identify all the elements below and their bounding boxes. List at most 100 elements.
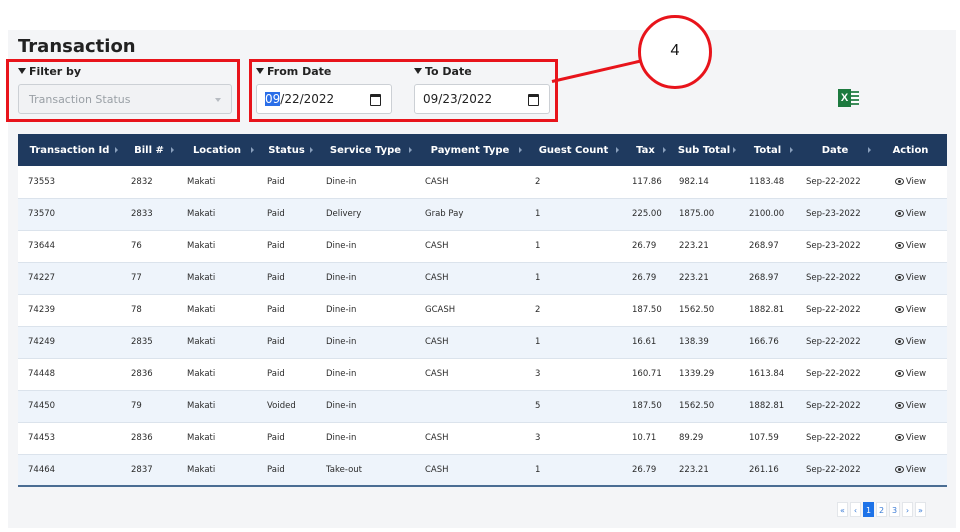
tax-cell: 26.79 <box>632 465 657 475</box>
payment-type-header[interactable]: Payment Type <box>415 134 525 166</box>
sub-total-header[interactable]: Sub Total <box>669 134 739 166</box>
table-bottom-border <box>18 485 947 487</box>
location-header[interactable]: Location <box>177 134 257 166</box>
total-header[interactable]: Total <box>739 134 796 166</box>
column-header-label: Bill # <box>134 144 164 156</box>
chevron-down-icon <box>215 98 221 102</box>
view-link[interactable]: View <box>894 401 926 411</box>
sort-icon[interactable] <box>310 147 313 153</box>
transaction-id-cell: 74450 <box>28 401 56 411</box>
tax-cell: 16.61 <box>632 337 657 347</box>
sort-icon[interactable] <box>519 147 522 153</box>
view-label: View <box>905 369 927 379</box>
service-type-cell: Dine-in <box>326 401 357 411</box>
service-type-cell: Dine-in <box>326 176 357 187</box>
excel-export-button[interactable]: X <box>838 88 860 108</box>
status-cell: Paid <box>267 209 285 219</box>
date-cell: Sep-23-2022 <box>806 241 861 251</box>
transaction-id-cell: 74249 <box>28 337 56 347</box>
sort-icon[interactable] <box>409 147 412 153</box>
transaction-status-placeholder: Transaction Status <box>29 93 131 106</box>
guest-count-header[interactable]: Guest Count <box>525 134 622 166</box>
table-row: 74239 78 Makati Paid Dine-in GCASH 2 187.50 1562… <box>18 294 947 326</box>
sort-icon[interactable] <box>171 147 174 153</box>
location-cell: Makati <box>187 176 216 187</box>
total-cell: 1613.84 <box>749 369 785 379</box>
bill-number-cell: 2836 <box>131 433 153 443</box>
date-header[interactable]: Date <box>796 134 874 166</box>
next-page-button[interactable]: › <box>902 502 913 517</box>
sort-icon[interactable] <box>616 147 619 153</box>
view-link[interactable]: View <box>894 273 926 283</box>
sub-total-cell: 138.39 <box>679 337 709 347</box>
total-cell: 261.16 <box>749 465 779 475</box>
view-link[interactable]: View <box>894 177 926 187</box>
table-row: 74453 2836 Makati Paid Dine-in CASH 3 10.71 89.2… <box>18 422 947 454</box>
calendar-icon[interactable] <box>370 94 381 106</box>
table-row: 73570 2833 Makati Paid Delivery Grab Pay 1 225.… <box>18 198 947 230</box>
sort-icon[interactable] <box>663 147 666 153</box>
filter-icon <box>18 68 26 74</box>
bill-number-header[interactable]: Bill # <box>121 134 177 166</box>
last-page-button[interactable]: » <box>915 502 926 517</box>
to-date-input[interactable]: 09/23/2022 <box>414 84 550 114</box>
sub-total-cell: 223.21 <box>679 465 709 475</box>
view-link[interactable]: View <box>894 337 927 347</box>
tax-cell: 225.00 <box>632 209 662 219</box>
status-header[interactable]: Status <box>257 134 316 166</box>
sort-icon[interactable] <box>251 147 254 153</box>
total-cell: 1882.81 <box>749 401 785 411</box>
tax-header[interactable]: Tax <box>622 134 669 166</box>
from-date-label: From Date <box>256 65 331 78</box>
transaction-id-cell: 73570 <box>28 209 56 219</box>
view-link[interactable]: View <box>894 369 927 379</box>
service-type-header[interactable]: Service Type <box>316 134 415 166</box>
service-type-cell: Take-out <box>326 465 362 475</box>
from-date-input[interactable]: 09/22/2022 <box>256 84 392 114</box>
sub-total-cell: 223.21 <box>679 273 709 283</box>
table-row: 73644 76 Makati Paid Dine-in CASH 1 26.79 223.21… <box>18 230 947 262</box>
guest-count-cell: 3 <box>535 433 541 443</box>
prev-page-button[interactable]: ‹ <box>850 502 861 517</box>
action-cell: View <box>874 262 947 294</box>
view-link[interactable]: View <box>894 241 927 251</box>
filter-by-text: Filter by <box>29 65 82 78</box>
column-header-label: Date <box>821 144 849 156</box>
sort-icon[interactable] <box>733 147 736 153</box>
action-cell: View <box>874 358 947 390</box>
view-label: View <box>905 433 927 443</box>
sort-icon[interactable] <box>868 147 871 153</box>
sort-icon[interactable] <box>790 147 793 153</box>
transaction-id-cell: 74239 <box>28 305 56 315</box>
eye-icon <box>894 402 904 409</box>
page-3-button[interactable]: 3 <box>889 502 900 517</box>
view-link[interactable]: View <box>894 209 927 219</box>
column-header-label: Tax <box>636 144 655 156</box>
status-cell: Paid <box>267 465 285 475</box>
page-1-button[interactable]: 1 <box>863 502 874 517</box>
guest-count-cell: 1 <box>535 337 541 347</box>
action-header[interactable]: Action <box>874 134 947 166</box>
sort-icon[interactable] <box>115 147 118 153</box>
page-2-button[interactable]: 2 <box>876 502 887 517</box>
table-row: 74464 2837 Makati Paid Take-out CASH 1 26.79 223… <box>18 454 947 486</box>
view-link[interactable]: View <box>894 465 926 475</box>
column-header-label: Guest Count <box>538 144 609 156</box>
service-type-cell: Dine-in <box>326 241 357 251</box>
action-cell: View <box>874 198 947 230</box>
bill-number-cell: 2833 <box>131 209 153 219</box>
first-page-button[interactable]: « <box>837 502 848 517</box>
status-cell: Paid <box>267 273 285 283</box>
transaction-id-header[interactable]: Transaction Id <box>18 134 121 166</box>
view-link[interactable]: View <box>894 433 927 443</box>
sub-total-cell: 1562.50 <box>679 305 715 315</box>
view-label: View <box>905 337 927 347</box>
view-link[interactable]: View <box>894 305 926 315</box>
table-row: 73553 2832 Makati Paid Dine-in CASH 2 117.86 982… <box>18 166 947 198</box>
payment-type-cell: CASH <box>425 433 449 443</box>
transaction-status-select[interactable]: Transaction Status <box>18 84 232 114</box>
calendar-icon[interactable] <box>528 94 539 106</box>
view-label: View <box>905 241 927 251</box>
sub-total-cell: 1339.29 <box>679 369 715 379</box>
view-label: View <box>905 209 927 219</box>
